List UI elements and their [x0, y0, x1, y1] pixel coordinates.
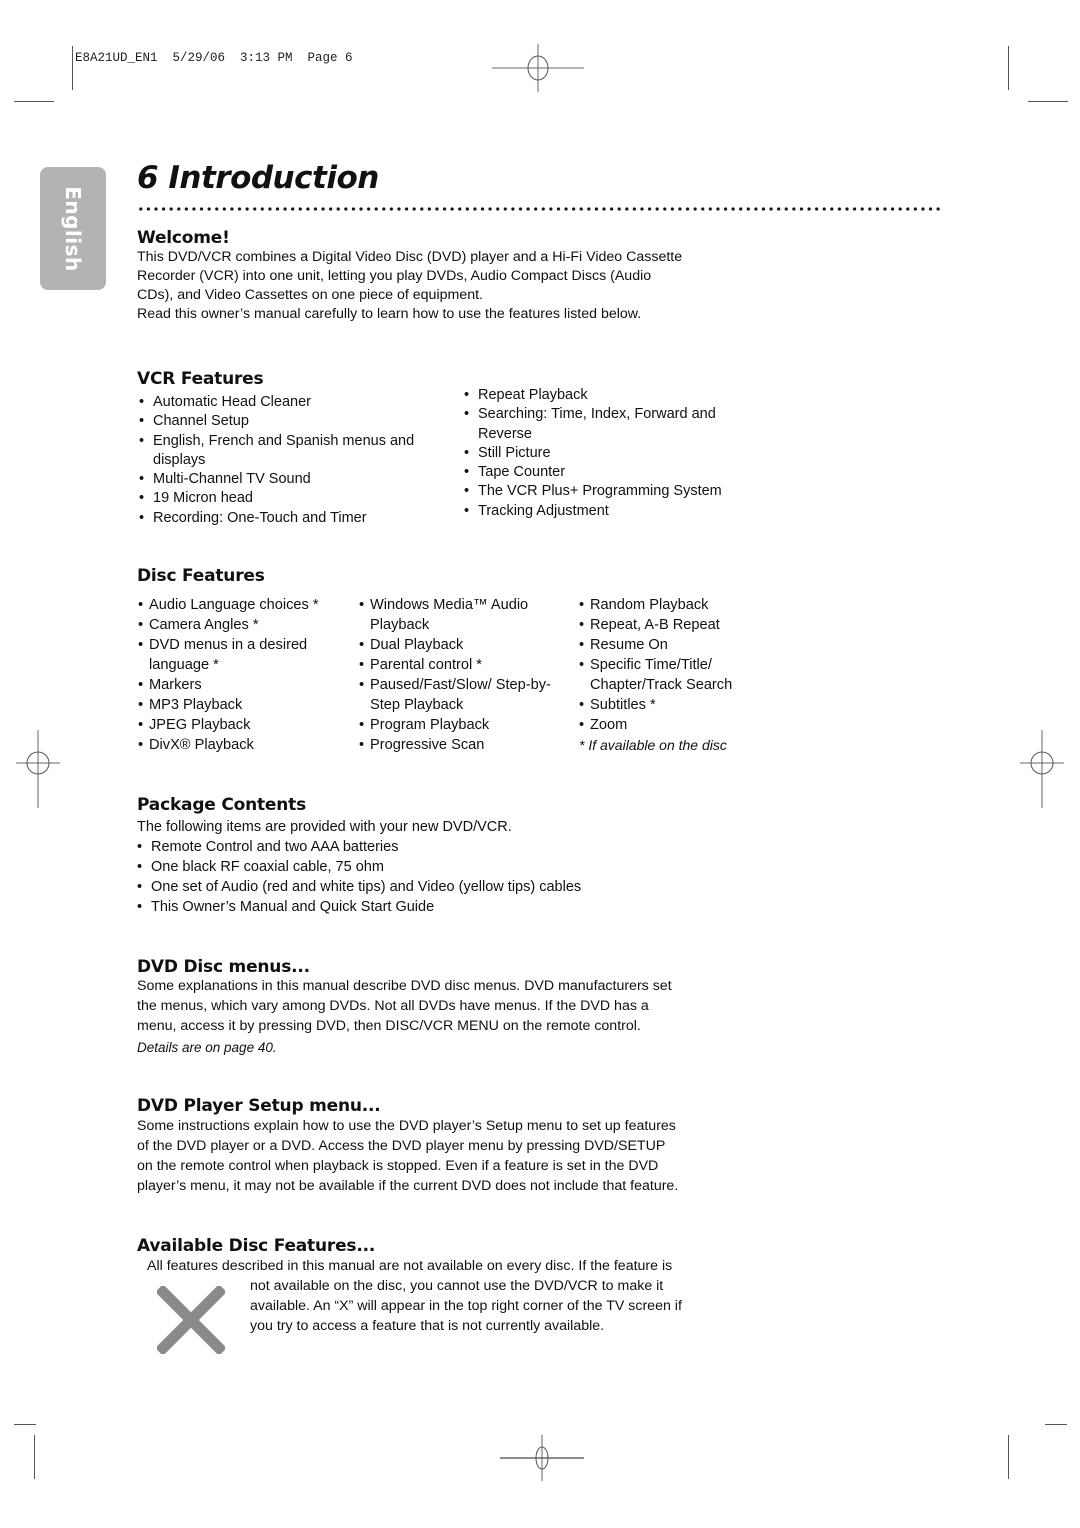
- list-item: Multi-Channel TV Sound: [136, 470, 441, 490]
- crop-mark: [34, 1435, 35, 1479]
- disc-features-list-col1: Audio Language choices * Camera Angles *…: [138, 595, 348, 755]
- registration-mark-left-icon: [16, 730, 60, 808]
- list-item: DVD menus in a desired language *: [138, 635, 348, 675]
- registration-mark-right-icon: [1020, 730, 1064, 808]
- list-item: MP3 Playback: [138, 695, 348, 715]
- printer-slug: E8A21UD_EN1 5/29/06 3:13 PM Page 6: [75, 51, 353, 65]
- dvd-setup-menu-line: player’s menu, it may not be available i…: [137, 1178, 679, 1194]
- crop-mark: [1028, 101, 1068, 102]
- dotted-divider: [137, 206, 942, 212]
- disc-features-heading: Disc Features: [137, 566, 265, 586]
- welcome-line: This DVD/VCR combines a Digital Video Di…: [137, 249, 683, 265]
- list-item: Dual Playback: [359, 635, 564, 655]
- crop-mark: [1008, 46, 1009, 90]
- list-item: This Owner’s Manual and Quick Start Guid…: [134, 897, 774, 917]
- list-item: One set of Audio (red and white tips) an…: [134, 877, 774, 897]
- dvd-disc-menus-line: menu, access it by pressing DVD, then DI…: [137, 1018, 641, 1034]
- package-contents-intro: The following items are provided with yo…: [137, 819, 512, 835]
- language-tab: English: [40, 167, 106, 290]
- dvd-disc-menus-heading: DVD Disc menus...: [137, 957, 310, 977]
- available-disc-features-line: All features described in this manual ar…: [147, 1258, 673, 1274]
- list-item: Recording: One-Touch and Timer: [136, 509, 441, 529]
- available-disc-features-heading: Available Disc Features...: [137, 1236, 376, 1256]
- list-item: Remote Control and two AAA batteries: [134, 837, 774, 857]
- registration-mark-bottom-icon: [500, 1435, 584, 1481]
- list-item: JPEG Playback: [138, 715, 348, 735]
- list-item: Progressive Scan: [359, 735, 564, 755]
- list-item: Markers: [138, 675, 348, 695]
- available-disc-features-line: available. An “X” will appear in the top…: [250, 1298, 682, 1314]
- disc-features-list-col2: Windows Media™ Audio Playback Dual Playb…: [359, 595, 564, 755]
- list-item: Searching: Time, Index, Forward and Reve…: [461, 405, 761, 444]
- list-item: Automatic Head Cleaner: [136, 393, 441, 413]
- dvd-setup-menu-line: Some instructions explain how to use the…: [137, 1118, 676, 1134]
- list-item: English, French and Spanish menus and di…: [136, 432, 441, 471]
- list-item: One black RF coaxial cable, 75 ohm: [134, 857, 774, 877]
- dvd-setup-menu-line: of the DVD player or a DVD. Access the D…: [137, 1138, 666, 1154]
- dvd-disc-menus-line: Some explanations in this manual describ…: [137, 978, 672, 994]
- list-item: Camera Angles *: [138, 615, 348, 635]
- list-item: Paused/Fast/Slow/ Step-by-Step Playback: [359, 675, 564, 715]
- list-item: The VCR Plus+ Programming System: [461, 482, 761, 502]
- dvd-setup-menu-heading: DVD Player Setup menu...: [137, 1096, 381, 1116]
- list-item: 19 Micron head: [136, 489, 441, 509]
- list-item: Windows Media™ Audio Playback: [359, 595, 564, 635]
- package-contents-list: Remote Control and two AAA batteries One…: [134, 837, 774, 917]
- welcome-line: CDs), and Video Cassettes on one piece o…: [137, 287, 483, 303]
- language-tab-label: English: [61, 185, 85, 272]
- list-item: Tracking Adjustment: [461, 502, 761, 522]
- crop-mark: [1045, 1424, 1067, 1425]
- crop-mark: [14, 101, 54, 102]
- list-item: Tape Counter: [461, 463, 761, 483]
- registration-mark-top-icon: [492, 44, 584, 92]
- x-mark-icon: [157, 1286, 225, 1354]
- welcome-heading: Welcome!: [137, 228, 230, 248]
- available-disc-features-line: not available on the disc, you cannot us…: [250, 1278, 664, 1294]
- list-item: Subtitles *: [579, 695, 769, 715]
- list-item: Program Playback: [359, 715, 564, 735]
- list-item: Still Picture: [461, 444, 761, 464]
- package-contents-heading: Package Contents: [137, 795, 307, 815]
- list-item: Audio Language choices *: [138, 595, 348, 615]
- crop-mark: [14, 1424, 36, 1425]
- welcome-line: Read this owner’s manual carefully to le…: [137, 306, 642, 322]
- dvd-disc-menus-line: the menus, which vary among DVDs. Not al…: [137, 998, 649, 1014]
- crop-mark: [72, 46, 73, 90]
- dvd-setup-menu-line: on the remote control when playback is s…: [137, 1158, 659, 1174]
- list-item: Specific Time/Title/ Chapter/Track Searc…: [579, 655, 769, 695]
- disc-features-list-col3: Random Playback Repeat, A-B Repeat Resum…: [579, 595, 769, 735]
- list-item: Resume On: [579, 635, 769, 655]
- list-item: DivX® Playback: [138, 735, 348, 755]
- vcr-features-list-right: Repeat Playback Searching: Time, Index, …: [461, 386, 761, 521]
- vcr-features-heading: VCR Features: [137, 369, 264, 389]
- welcome-line: Recorder (VCR) into one unit, letting yo…: [137, 268, 652, 284]
- disc-features-footnote: * If available on the disc: [579, 737, 727, 753]
- list-item: Zoom: [579, 715, 769, 735]
- list-item: Repeat, A-B Repeat: [579, 615, 769, 635]
- list-item: Channel Setup: [136, 412, 441, 432]
- vcr-features-list-left: Automatic Head Cleaner Channel Setup Eng…: [136, 393, 441, 528]
- list-item: Repeat Playback: [461, 386, 761, 406]
- available-disc-features-line: you try to access a feature that is not …: [250, 1318, 605, 1334]
- page-title: 6 Introduction: [137, 160, 379, 196]
- list-item: Parental control *: [359, 655, 564, 675]
- list-item: Random Playback: [579, 595, 769, 615]
- crop-mark: [1008, 1435, 1009, 1479]
- dvd-disc-menus-details: Details are on page 40.: [137, 1040, 277, 1055]
